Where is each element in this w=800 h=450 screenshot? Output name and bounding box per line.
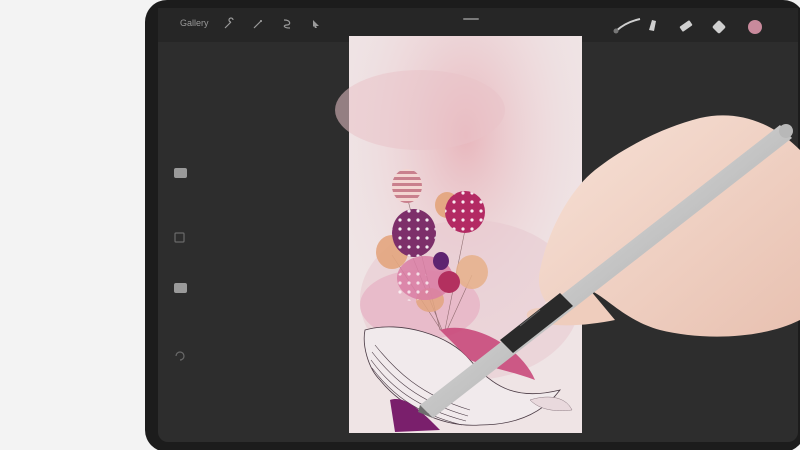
procreate-drawing-photo	[145, 0, 800, 450]
balloon-plum-dotted	[392, 209, 436, 257]
balloon-pink-cluster	[394, 269, 430, 301]
balloon-peach	[456, 255, 488, 289]
balloon-violet	[433, 252, 449, 270]
balloon-striped	[392, 169, 422, 203]
watercolor-cloud	[335, 70, 505, 150]
balloon-magenta-small	[438, 271, 460, 293]
brush-size-slider[interactable]	[174, 168, 187, 178]
color-swatch[interactable]	[748, 20, 762, 34]
balloon-magenta-dotted	[445, 191, 485, 233]
gallery-button[interactable]: Gallery	[180, 18, 209, 28]
opacity-slider[interactable]	[174, 283, 187, 293]
top-grabber	[463, 18, 479, 20]
